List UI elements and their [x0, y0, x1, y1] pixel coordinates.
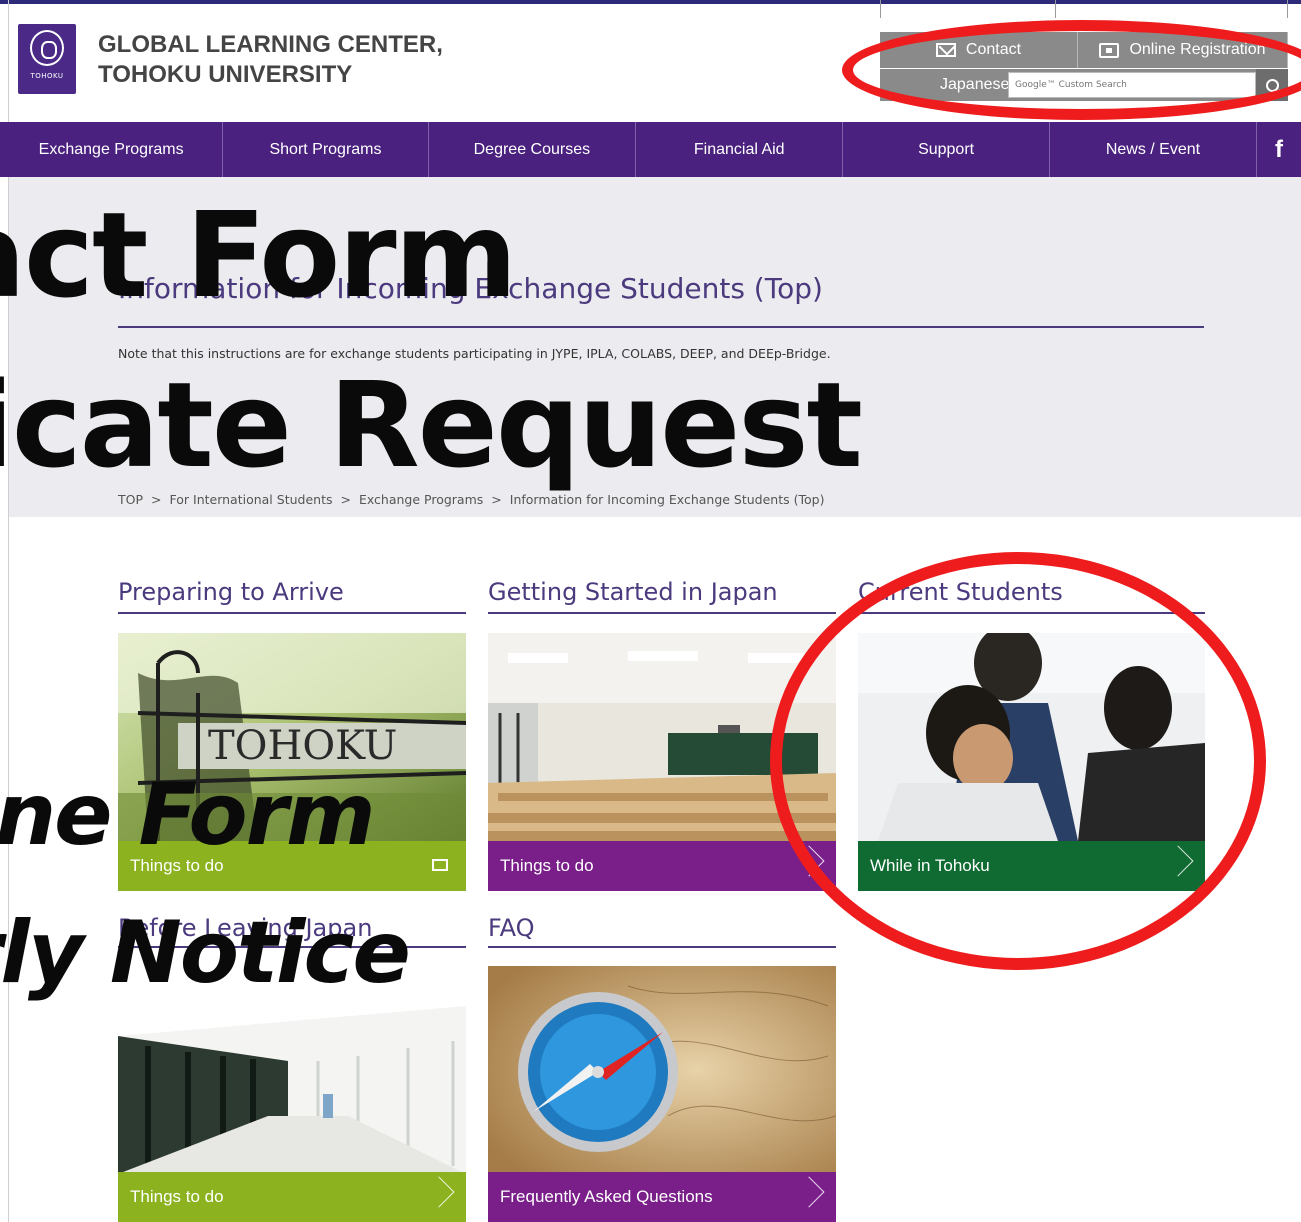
photo-students[interactable]	[858, 633, 1205, 841]
chevron-right-icon	[793, 845, 825, 877]
registration-icon	[1099, 42, 1120, 58]
card-link-label: Things to do	[500, 856, 594, 875]
overlay-text-online-form: line Form	[0, 765, 376, 865]
seal-icon	[30, 30, 64, 66]
section-heading-getting-started: Getting Started in Japan	[488, 578, 778, 606]
nav-news-event[interactable]: News / Event	[1050, 122, 1258, 177]
nav-short-programs[interactable]: Short Programs	[223, 122, 429, 177]
nav-degree-courses[interactable]: Degree Courses	[429, 122, 637, 177]
utility-top-links	[880, 0, 1288, 18]
photo-compass-map[interactable]	[488, 966, 836, 1174]
facebook-icon[interactable]: f	[1257, 122, 1301, 177]
card-link-faq[interactable]: Frequently Asked Questions	[488, 1172, 836, 1222]
section-divider	[118, 612, 466, 614]
nav-financial-aid[interactable]: Financial Aid	[636, 122, 844, 177]
section-heading-current-students: Current Students	[858, 578, 1063, 606]
title-divider	[118, 326, 1204, 328]
contact-label: Contact	[965, 41, 1022, 58]
registration-label: Online Registration	[1129, 41, 1266, 58]
card-link-getting-started[interactable]: Things to do	[488, 841, 836, 891]
card-link-label: While in Tohoku	[870, 856, 990, 875]
nav-support[interactable]: Support	[843, 122, 1050, 177]
external-window-icon	[432, 859, 448, 871]
classroom-photo	[488, 633, 836, 841]
section-heading-faq: FAQ	[488, 914, 535, 942]
utility-buttons: Contact Online Registration	[880, 32, 1288, 68]
compass-photo	[488, 966, 836, 1174]
chevron-right-icon	[1162, 845, 1194, 877]
search-icon	[1265, 78, 1279, 92]
site-title-line2: TOHOKU UNIVERSITY	[98, 61, 353, 88]
breadcrumb-international[interactable]: For International Students	[170, 492, 333, 507]
card-link-current-students[interactable]: While in Tohoku	[858, 841, 1205, 891]
breadcrumb-current: Information for Incoming Exchange Studen…	[509, 492, 825, 507]
contact-button[interactable]: Contact	[880, 32, 1078, 68]
card-link-before-leaving[interactable]: Things to do	[118, 1172, 466, 1222]
site-title-line1: GLOBAL LEARNING CENTER,	[98, 31, 443, 58]
chevron-right-icon	[423, 1176, 455, 1208]
breadcrumb-separator: >	[151, 492, 162, 507]
section-divider	[488, 946, 836, 948]
logo-text: TOHOKU	[30, 72, 64, 80]
breadcrumb-top[interactable]: TOP	[118, 492, 143, 507]
photo-classroom[interactable]	[488, 633, 836, 841]
university-logo[interactable]: TOHOKU	[18, 24, 76, 94]
search-bar: Japanese	[880, 69, 1288, 101]
overlay-text-certificate-request: rtificate Request	[0, 356, 863, 494]
overlay-text-contact-form: ntact Form	[0, 186, 518, 324]
chevron-right-icon	[793, 1176, 825, 1208]
students-photo	[858, 633, 1205, 841]
section-divider	[858, 612, 1205, 614]
overlay-text-early-notice: rly Notice	[0, 903, 411, 1003]
card-link-label: Frequently Asked Questions	[500, 1187, 713, 1206]
section-divider	[488, 612, 836, 614]
language-switch[interactable]: Japanese	[934, 71, 1015, 99]
divider	[1055, 0, 1056, 18]
nav-exchange-programs[interactable]: Exchange Programs	[0, 122, 224, 177]
site-title[interactable]: GLOBAL LEARNING CENTER, TOHOKU UNIVERSIT…	[98, 30, 578, 90]
svg-text:TOHOKU: TOHOKU	[208, 723, 397, 769]
search-input[interactable]	[1008, 72, 1256, 98]
section-heading-preparing: Preparing to Arrive	[118, 578, 344, 606]
page: TOHOKU GLOBAL LEARNING CENTER, TOHOKU UN…	[0, 0, 1301, 1222]
card-link-label: Things to do	[130, 1187, 224, 1206]
search-button[interactable]	[1256, 69, 1288, 101]
breadcrumb-separator: >	[340, 492, 351, 507]
online-registration-button[interactable]: Online Registration	[1078, 32, 1288, 68]
mail-icon	[935, 43, 956, 57]
breadcrumb-separator: >	[491, 492, 502, 507]
main-nav: Exchange Programs Short Programs Degree …	[0, 122, 1301, 177]
breadcrumb-exchange[interactable]: Exchange Programs	[359, 492, 483, 507]
breadcrumb: TOP > For International Students > Exchange …	[118, 492, 824, 507]
